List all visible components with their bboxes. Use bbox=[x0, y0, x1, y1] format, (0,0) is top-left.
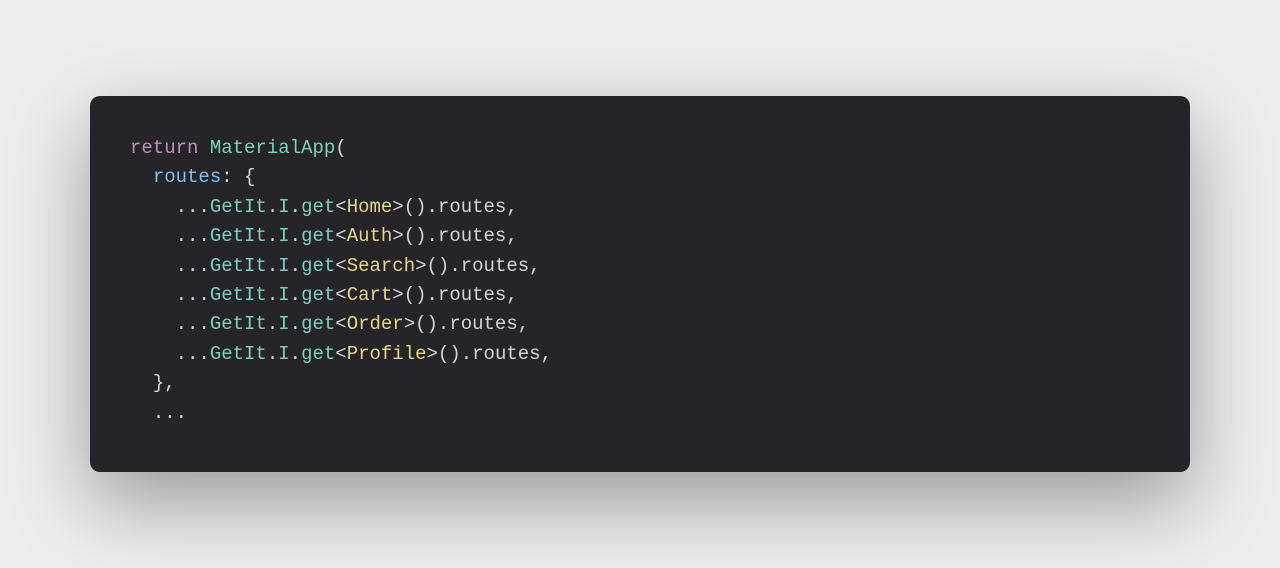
type-order: Order bbox=[347, 313, 404, 335]
code-line: ...GetIt.I.get<Cart>().routes, bbox=[130, 281, 1150, 310]
code-line: ... bbox=[130, 399, 1150, 428]
code-line: ...GetIt.I.get<Profile>().routes, bbox=[130, 340, 1150, 369]
type-home: Home bbox=[347, 196, 393, 218]
code-line: return MaterialApp( bbox=[130, 134, 1150, 163]
class-getit: GetIt bbox=[210, 196, 267, 218]
type-auth: Auth bbox=[347, 225, 393, 247]
keyword-return: return bbox=[130, 137, 198, 159]
code-line: routes: { bbox=[130, 163, 1150, 192]
class-getit: GetIt bbox=[210, 284, 267, 306]
class-getit: GetIt bbox=[210, 343, 267, 365]
code-block: return MaterialApp( routes: { ...GetIt.I… bbox=[90, 96, 1190, 472]
type-cart: Cart bbox=[347, 284, 393, 306]
class-getit: GetIt bbox=[210, 255, 267, 277]
param-routes: routes bbox=[153, 166, 221, 188]
class-name: MaterialApp bbox=[210, 137, 335, 159]
code-line: }, bbox=[130, 369, 1150, 398]
code-line: ...GetIt.I.get<Home>().routes, bbox=[130, 193, 1150, 222]
type-search: Search bbox=[347, 255, 415, 277]
code-line: ...GetIt.I.get<Search>().routes, bbox=[130, 252, 1150, 281]
class-getit: GetIt bbox=[210, 313, 267, 335]
code-line: ...GetIt.I.get<Auth>().routes, bbox=[130, 222, 1150, 251]
class-getit: GetIt bbox=[210, 225, 267, 247]
type-profile: Profile bbox=[347, 343, 427, 365]
code-line: ...GetIt.I.get<Order>().routes, bbox=[130, 310, 1150, 339]
